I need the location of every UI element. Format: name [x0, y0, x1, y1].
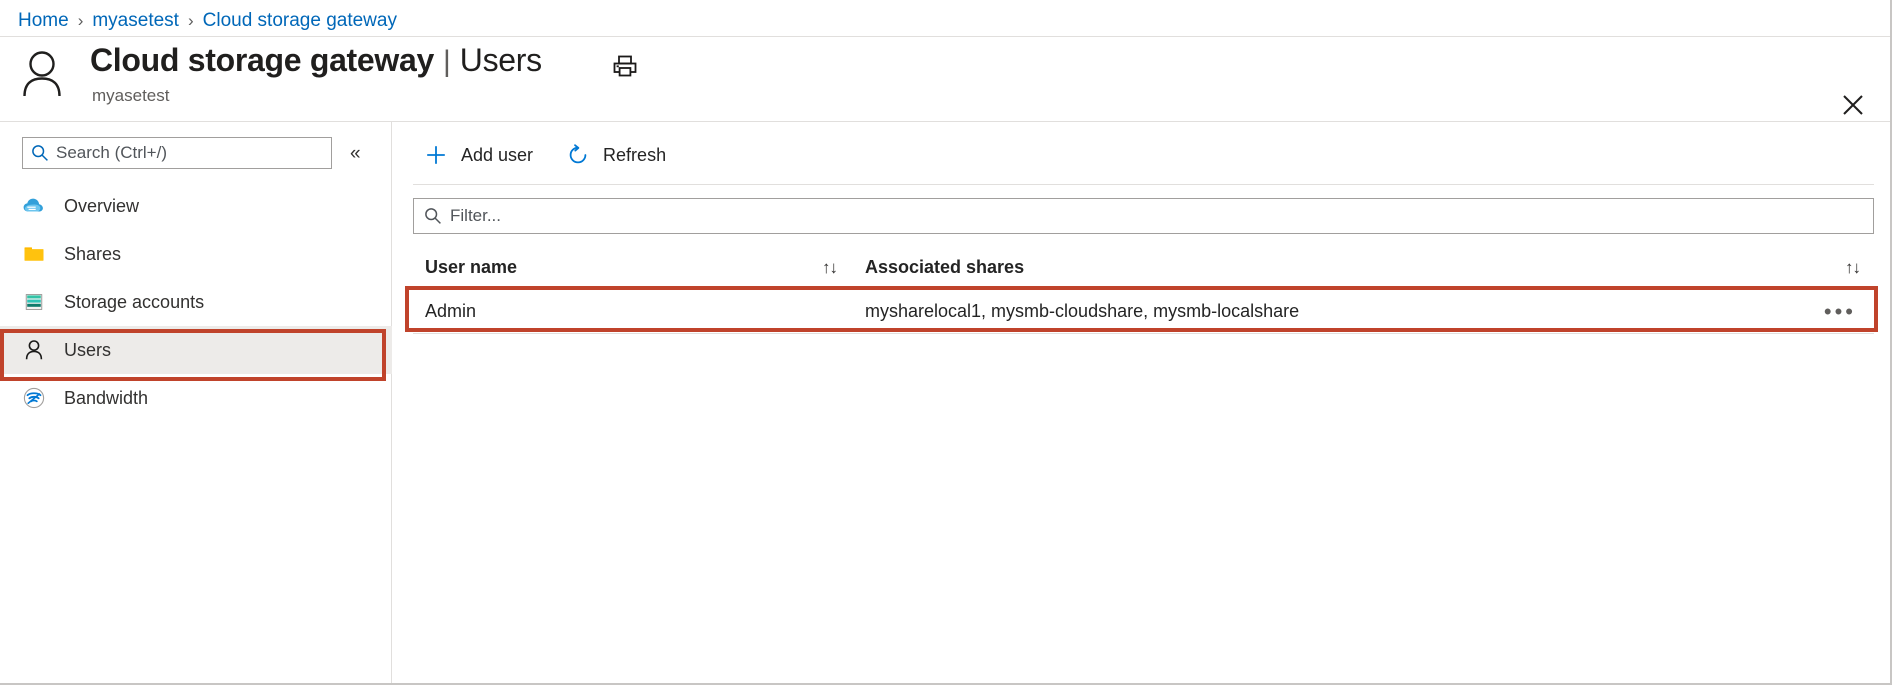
breadcrumb-item-myasetest[interactable]: myasetest [92, 10, 179, 32]
blade-content: Add user Refresh Filter... User name ↑↓ … [393, 122, 1890, 683]
refresh-icon [565, 142, 591, 168]
breadcrumb-item-cloud-storage-gateway[interactable]: Cloud storage gateway [203, 10, 397, 32]
search-placeholder: Search (Ctrl+/) [56, 143, 167, 162]
column-header-label: User name [425, 257, 518, 277]
add-user-label: Add user [461, 144, 534, 165]
page-title-main: Cloud storage gateway [90, 42, 434, 78]
breadcrumb: Home › myasetest › Cloud storage gateway [18, 6, 397, 36]
breadcrumb-item-home[interactable]: Home [18, 10, 69, 32]
toolbar-divider [413, 184, 1874, 185]
sidebar-item-users[interactable]: Users [0, 326, 392, 374]
sidebar-item-bandwidth[interactable]: Bandwidth [0, 374, 392, 422]
refresh-button[interactable]: Refresh [555, 135, 676, 175]
user-icon [22, 338, 46, 362]
storage-account-icon [22, 290, 46, 314]
command-toolbar: Add user Refresh [413, 134, 688, 176]
add-user-button[interactable]: Add user [413, 135, 543, 175]
bandwidth-icon [22, 386, 46, 410]
breadcrumb-separator: › [187, 10, 194, 30]
sidebar-item-shares[interactable]: Shares [0, 230, 392, 278]
page-title: Cloud storage gateway | Users [90, 42, 542, 79]
table-header-row: User name ↑↓ Associated shares ↑↓ [413, 246, 1874, 290]
folder-icon [22, 242, 46, 266]
blade-sidebar: Search (Ctrl+/) « Overview Shares Storag… [0, 122, 392, 683]
breadcrumb-divider [0, 36, 1890, 37]
users-table: User name ↑↓ Associated shares ↑↓ Admin … [413, 246, 1874, 334]
page-title-pipe: | [443, 45, 451, 78]
column-header-associated-shares[interactable]: Associated shares ↑↓ [851, 257, 1874, 278]
cloud-icon [22, 194, 46, 218]
close-icon[interactable] [1836, 88, 1870, 122]
sidebar-item-label: Shares [64, 243, 122, 264]
blade-header: Cloud storage gateway | Users myasetest [18, 42, 1890, 115]
cell-user-name: Admin [425, 301, 477, 321]
sidebar-item-label: Bandwidth [64, 387, 149, 408]
page-title-section: Users [459, 42, 542, 78]
breadcrumb-separator: › [77, 10, 84, 30]
azure-portal-blade: Home › myasetest › Cloud storage gateway… [0, 0, 1892, 685]
search-icon [424, 207, 442, 225]
filter-input[interactable]: Filter... [413, 198, 1874, 234]
refresh-label: Refresh [603, 144, 667, 165]
sort-icon[interactable]: ↑↓ [822, 258, 838, 278]
table-row[interactable]: Admin mysharelocal1, mysmb-cloudshare, m… [413, 290, 1874, 334]
sidebar-item-label: Storage accounts [64, 291, 205, 312]
sidebar-item-overview[interactable]: Overview [0, 182, 392, 230]
column-header-user-name[interactable]: User name ↑↓ [413, 257, 851, 278]
column-header-label: Associated shares [865, 257, 1025, 277]
filter-placeholder: Filter... [450, 206, 502, 225]
plus-icon [423, 142, 449, 168]
sidebar-item-label: Users [64, 339, 112, 360]
user-icon [20, 50, 64, 98]
sidebar-search-row: Search (Ctrl+/) « [22, 136, 390, 170]
sidebar-nav-list: Overview Shares Storage accounts Users B… [0, 182, 392, 422]
printer-icon[interactable] [607, 48, 643, 84]
row-context-menu-button[interactable]: ••• [1816, 290, 1864, 334]
collapse-sidebar-button[interactable]: « [350, 144, 361, 163]
cell-associated-shares: mysharelocal1, mysmb-cloudshare, mysmb-l… [865, 301, 1300, 321]
sort-icon[interactable]: ↑↓ [1845, 258, 1861, 278]
sidebar-item-label: Overview [64, 195, 140, 216]
resource-subtitle: myasetest [92, 86, 170, 105]
search-icon [31, 144, 49, 162]
search-input[interactable]: Search (Ctrl+/) [22, 137, 332, 169]
sidebar-item-storage-accounts[interactable]: Storage accounts [0, 278, 392, 326]
